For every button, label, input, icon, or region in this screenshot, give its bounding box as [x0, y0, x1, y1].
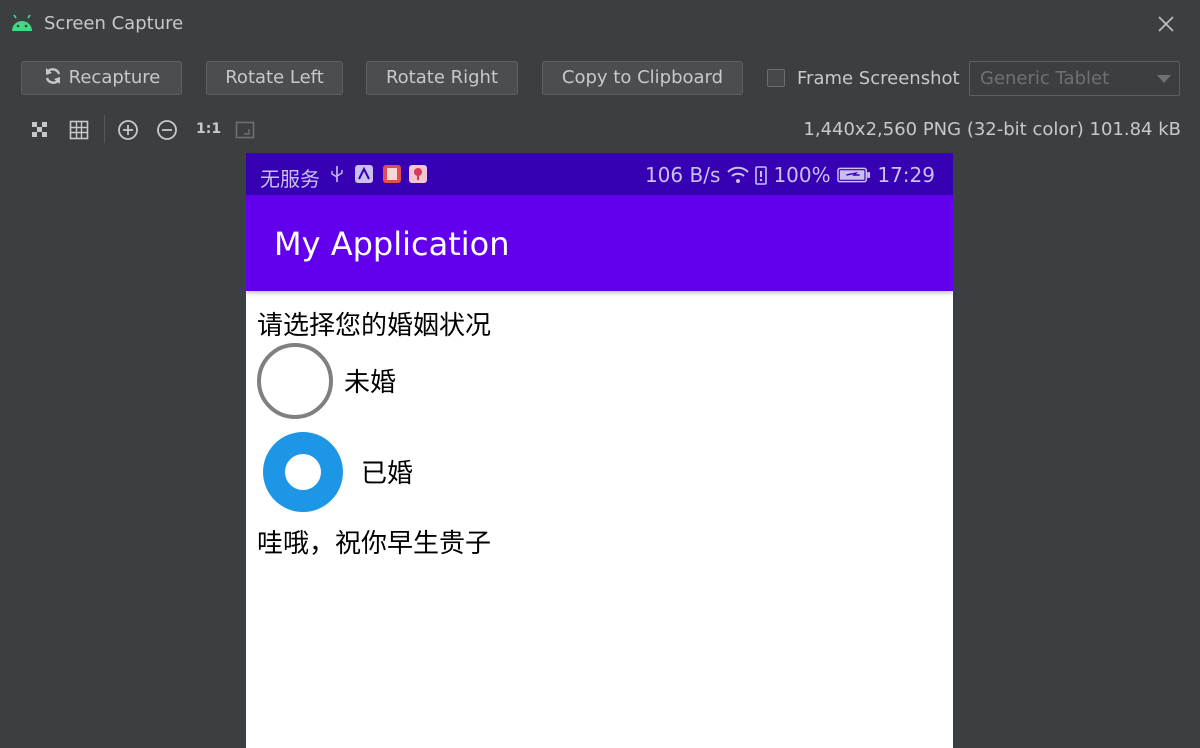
transparency-icon: [32, 122, 47, 137]
grid-icon: [69, 120, 89, 140]
fit-screen-button[interactable]: [233, 118, 257, 142]
radio-checked-icon: [263, 432, 343, 512]
usb-icon: [331, 166, 343, 182]
close-icon[interactable]: [1153, 11, 1179, 37]
battery-percent: 100%: [773, 163, 831, 187]
rotate-left-label: Rotate Left: [225, 67, 324, 88]
battery-icon: [837, 167, 871, 183]
rotate-left-button[interactable]: Rotate Left: [206, 61, 343, 95]
clock: 17:29: [877, 163, 935, 187]
question-text: 请选择您的婚姻状况: [257, 311, 492, 341]
carrier-label: 无服务: [260, 167, 320, 191]
status-bar: 无服务 106 B/s 100% 17:29: [246, 153, 953, 195]
device-select-value: Generic Tablet: [980, 68, 1110, 89]
copy-label: Copy to Clipboard: [561, 67, 724, 88]
grid-toggle[interactable]: [67, 118, 91, 142]
status-right: 106 B/s 100% 17:29: [645, 163, 935, 187]
rotate-right-button[interactable]: Rotate Right: [366, 61, 518, 95]
option-label-unmarried: 未婚: [344, 368, 397, 398]
result-text: 哇哦，祝你早生贵子: [257, 529, 492, 559]
actual-size-button[interactable]: 1:1: [196, 121, 221, 137]
recapture-button[interactable]: Recapture: [21, 61, 182, 95]
transparency-toggle[interactable]: [28, 118, 52, 142]
option-label-married: 已婚: [361, 459, 414, 489]
chevron-down-icon: [1157, 75, 1171, 83]
window-title: Screen Capture: [44, 13, 184, 34]
frame-screenshot-checkbox[interactable]: [767, 69, 785, 87]
map-notification-icon: [409, 165, 427, 183]
network-speed: 106 B/s: [644, 163, 721, 187]
android-icon: [12, 14, 32, 31]
zoom-in-button[interactable]: [116, 118, 140, 142]
zoom-out-button[interactable]: [155, 118, 179, 142]
radio-option-married[interactable]: 已婚: [246, 431, 466, 513]
phone-screenshot: 无服务 106 B/s 100% 17:29 My Application 请选…: [246, 153, 953, 748]
frame-screenshot-label[interactable]: Frame Screenshot: [797, 68, 960, 89]
radio-option-unmarried[interactable]: 未婚: [246, 341, 446, 421]
zoom-out-icon: [157, 120, 177, 140]
app-bar: My Application: [246, 195, 953, 291]
image-info: 1,440x2,560 PNG (32-bit color) 101.84 kB: [803, 119, 1181, 140]
refresh-icon: [45, 68, 60, 84]
book-notification-icon: [383, 165, 401, 183]
wifi-icon: [727, 166, 749, 183]
toolbar-separator: [104, 115, 105, 143]
rotate-right-label: Rotate Right: [385, 67, 499, 88]
recapture-label: Recapture: [68, 67, 161, 88]
device-select[interactable]: Generic Tablet: [969, 61, 1180, 96]
radio-unchecked-icon: [257, 343, 333, 419]
fit-screen-icon: [235, 121, 255, 139]
app-title: My Application: [274, 225, 510, 263]
app-notification-icon: [355, 165, 373, 183]
title-bar: Screen Capture: [0, 0, 1200, 48]
zoom-in-icon: [118, 120, 138, 140]
battery-alert-icon: [755, 166, 767, 185]
copy-to-clipboard-button[interactable]: Copy to Clipboard: [542, 61, 743, 95]
